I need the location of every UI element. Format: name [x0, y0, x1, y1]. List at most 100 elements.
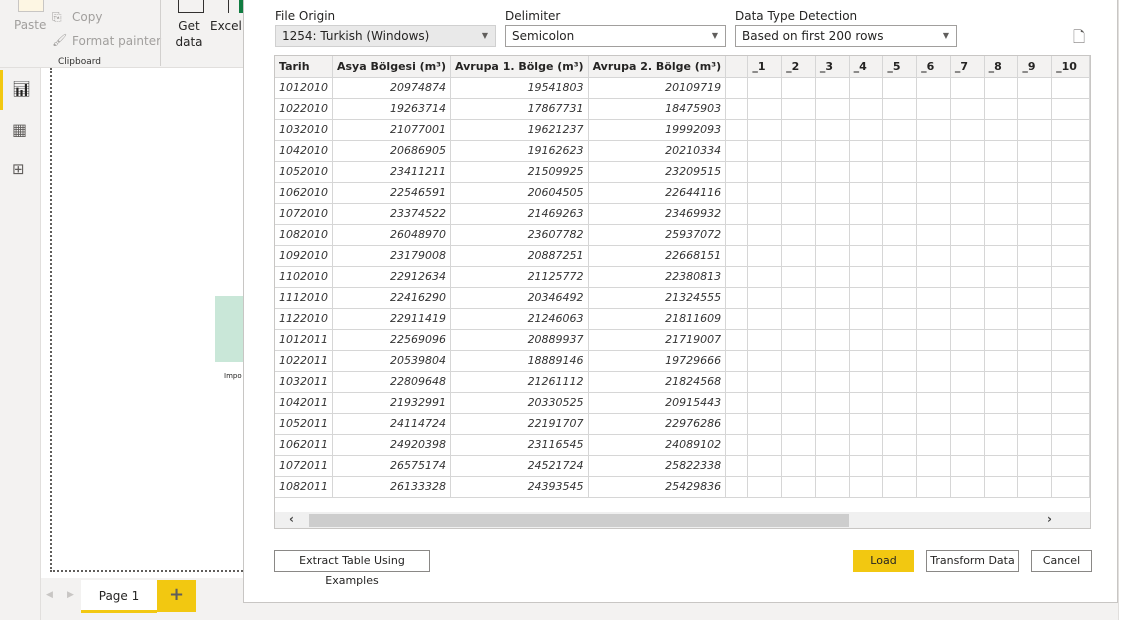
table-cell	[950, 392, 985, 414]
refresh-file-icon[interactable]: 🗋︎	[1073, 27, 1085, 52]
column-header[interactable]: _7	[950, 56, 985, 78]
table-cell	[950, 455, 985, 477]
get-data-icon	[178, 0, 204, 13]
load-button[interactable]: Load	[853, 550, 914, 572]
table-cell	[984, 392, 1019, 414]
table-cell: 20604505	[450, 182, 589, 204]
table-cell	[882, 224, 918, 246]
table-cell	[1017, 77, 1053, 99]
table-cell	[781, 266, 816, 288]
table-cell	[747, 287, 783, 309]
table-cell: 22546591	[332, 182, 452, 204]
copy-button[interactable]: Copy	[72, 10, 102, 24]
csv-import-dialog: File Origin 1254: Turkish (Windows) ▼ Del…	[243, 0, 1118, 603]
add-page-button[interactable]: +	[157, 580, 196, 612]
table-cell	[1017, 98, 1053, 120]
table-cell	[916, 287, 951, 309]
column-header[interactable]: _3	[815, 56, 850, 78]
format-painter-button[interactable]: Format painter	[72, 34, 161, 48]
table-cell	[1051, 266, 1090, 288]
data-view-icon[interactable]: ▦	[12, 120, 27, 139]
column-header[interactable]: _6	[916, 56, 951, 78]
table-cell	[950, 329, 985, 351]
column-header[interactable]: _9	[1017, 56, 1053, 78]
table-cell: 1012011	[275, 329, 333, 351]
column-header[interactable]: Avrupa 2. Bölge (m³)	[588, 56, 727, 78]
column-header[interactable]: _10	[1051, 56, 1090, 78]
paste-button[interactable]: Paste	[14, 18, 46, 32]
table-cell	[815, 245, 850, 267]
table-cell	[882, 77, 918, 99]
table-cell: 1122010	[275, 308, 333, 330]
file-origin-select[interactable]: 1254: Turkish (Windows) ▼	[275, 25, 496, 47]
horizontal-scrollbar[interactable]: ‹ ›	[275, 512, 1090, 528]
scroll-right-icon[interactable]: ›	[1047, 512, 1052, 526]
table-cell	[849, 182, 884, 204]
cancel-button[interactable]: Cancel	[1031, 550, 1092, 572]
table-cell: 19729666	[588, 350, 727, 372]
table-cell	[849, 266, 884, 288]
table-cell	[1017, 203, 1053, 225]
table-cell	[882, 392, 918, 414]
table-cell: 24114724	[332, 413, 452, 435]
table-cell	[849, 140, 884, 162]
column-header[interactable]: _4	[849, 56, 884, 78]
column-header[interactable]: Tarih	[275, 56, 333, 78]
excel-workbook-button[interactable]: Excel workbook	[210, 18, 243, 34]
table-cell	[725, 413, 749, 435]
tab-page-1[interactable]: Page 1	[81, 580, 157, 613]
transform-data-button[interactable]: Transform Data	[926, 550, 1019, 572]
column-header[interactable]	[725, 56, 749, 78]
table-row: 1082011 26133328 24393545 25429836	[275, 476, 1090, 498]
column-header[interactable]: Asya Bölgesi (m³)	[332, 56, 452, 78]
delimiter-select[interactable]: Semicolon ▼	[505, 25, 726, 47]
table-cell	[984, 371, 1019, 393]
table-cell: 20915443	[588, 392, 727, 414]
table-cell: 19263714	[332, 98, 452, 120]
table-cell	[781, 287, 816, 309]
visual-placeholder[interactable]	[215, 296, 243, 362]
detection-select[interactable]: Based on first 200 rows ▼	[735, 25, 957, 47]
table-cell	[1051, 224, 1090, 246]
page-tabs: ◀ ▶ Page 1 +	[41, 578, 243, 613]
table-cell	[815, 287, 850, 309]
table-cell	[950, 98, 985, 120]
table-cell	[1051, 392, 1090, 414]
column-header[interactable]: _5	[882, 56, 918, 78]
table-cell	[747, 413, 783, 435]
table-cell	[747, 161, 783, 183]
table-cell: 23411211	[332, 161, 452, 183]
table-cell: 20887251	[450, 245, 589, 267]
extract-table-button[interactable]: Extract Table Using Examples	[274, 550, 430, 587]
column-header[interactable]: Avrupa 1. Bölge (m³)	[450, 56, 589, 78]
column-header[interactable]: _2	[781, 56, 816, 78]
table-cell: 1082011	[275, 476, 333, 498]
detection-value: Based on first 200 rows	[742, 29, 884, 43]
table-cell	[815, 182, 850, 204]
table-cell	[725, 98, 749, 120]
get-data-button[interactable]: Get data	[172, 18, 206, 50]
table-cell	[882, 350, 918, 372]
table-cell	[916, 266, 951, 288]
table-cell	[725, 77, 749, 99]
table-row: 1062010 22546591 20604505 22644116	[275, 182, 1090, 204]
table-row: 1072010 23374522 21469263 23469932	[275, 203, 1090, 225]
column-header[interactable]: _8	[984, 56, 1019, 78]
next-page-icon[interactable]: ▶	[67, 590, 74, 600]
table-cell: 1112010	[275, 287, 333, 309]
table-cell: 1062011	[275, 434, 333, 456]
report-view-icon[interactable]: 📊︎	[12, 80, 31, 98]
table-cell	[747, 329, 783, 351]
table-cell: 25429836	[588, 476, 727, 498]
column-header[interactable]: _1	[747, 56, 783, 78]
table-cell	[882, 476, 918, 498]
prev-page-icon[interactable]: ◀	[46, 590, 53, 600]
model-view-icon[interactable]: ⊞	[12, 160, 25, 178]
table-cell	[984, 434, 1019, 456]
horizontal-scroll-thumb[interactable]	[309, 514, 849, 527]
table-cell: 23179008	[332, 245, 452, 267]
table-cell	[916, 308, 951, 330]
table-cell	[849, 413, 884, 435]
scroll-left-icon[interactable]: ‹	[289, 512, 294, 526]
table-cell	[916, 224, 951, 246]
